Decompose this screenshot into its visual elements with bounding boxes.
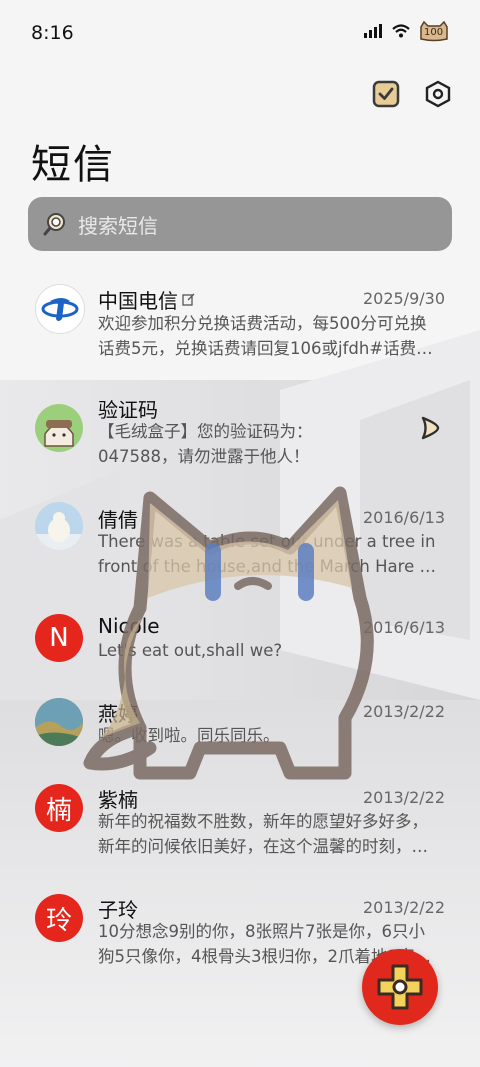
conversation-item[interactable]: 倩倩 2016/6/13 There was a table set out u… <box>0 494 480 594</box>
landscape-photo-icon <box>35 698 83 746</box>
search-icon <box>43 213 65 236</box>
status-icons: 100 <box>364 20 450 42</box>
signal-icon <box>364 24 382 38</box>
select-check-icon <box>372 80 400 108</box>
message-date: 2025/9/30 <box>362 289 445 308</box>
status-bar: 8:16 100 <box>0 0 480 64</box>
message-preview: 【毛绒盒子】您的验证码为： 047588，请勿泄露于他人！ <box>98 422 313 466</box>
compose-icon <box>377 964 423 1010</box>
message-preview: 欢迎参加积分兑换话费活动，每500分可兑换 话费5元，兑换话费请回复106或jf… <box>98 314 433 358</box>
battery-icon: 100 <box>418 20 450 42</box>
china-telecom-logo-icon <box>41 298 79 321</box>
contact-name: Nicole <box>98 614 160 638</box>
message-date: 2016/6/13 <box>362 508 445 527</box>
status-time: 8:16 <box>31 22 74 44</box>
avatar <box>35 404 83 452</box>
message-preview: Let's eat out,shall we? <box>98 641 283 660</box>
avatar <box>35 284 85 334</box>
search-bar[interactable]: 搜索短信 <box>28 197 452 251</box>
select-check-button[interactable] <box>370 78 402 110</box>
conversation-item[interactable]: 燕婷 2013/2/22 嗯。收到啦。同乐同乐。 <box>0 694 480 774</box>
compose-button[interactable] <box>362 949 438 1025</box>
wifi-icon <box>392 24 410 38</box>
chevron-right-icon[interactable] <box>416 414 444 442</box>
search-placeholder: 搜索短信 <box>78 213 158 238</box>
avatar <box>35 502 83 550</box>
page-title: 短信 <box>31 142 115 188</box>
battery-level: 100 <box>424 27 444 38</box>
message-preview: 嗯。收到啦。同乐同乐。 <box>98 726 280 745</box>
message-preview: 新年的祝福数不胜数，新年的愿望好多好多， 新年的问候依旧美好，在这个温馨的时刻，… <box>98 812 428 856</box>
settings-icon <box>425 80 451 108</box>
conversation-item[interactable]: 楠 紫楠 2013/2/22 新年的祝福数不胜数，新年的愿望好多好多， 新年的问… <box>0 780 480 880</box>
contact-name: 中国电信 <box>98 285 195 314</box>
message-date: 2013/2/22 <box>362 898 445 917</box>
message-date: 2013/2/22 <box>362 702 445 721</box>
polar-bear-photo-icon <box>35 502 83 550</box>
message-date: 2016/6/13 <box>362 618 445 637</box>
cat-avatar-icon <box>35 404 83 452</box>
message-date: 2013/2/22 <box>362 788 445 807</box>
settings-button[interactable] <box>422 78 454 110</box>
avatar: N <box>35 614 83 662</box>
avatar: 楠 <box>35 784 83 832</box>
top-actions <box>370 78 454 110</box>
conversation-item[interactable]: 中国电信 2025/9/30 欢迎参加积分兑换话费活动，每500分可兑换 话费5… <box>0 270 480 370</box>
conversation-item[interactable]: N Nicole 2016/6/13 Let's eat out,shall w… <box>0 606 480 686</box>
edit-icon <box>182 293 195 306</box>
conversation-item[interactable]: 验证码 【毛绒盒子】您的验证码为： 047588，请勿泄露于他人！ <box>0 382 480 482</box>
avatar: 玲 <box>35 894 83 942</box>
avatar <box>35 698 83 746</box>
message-preview: There was a table set out under a tree i… <box>98 532 446 576</box>
